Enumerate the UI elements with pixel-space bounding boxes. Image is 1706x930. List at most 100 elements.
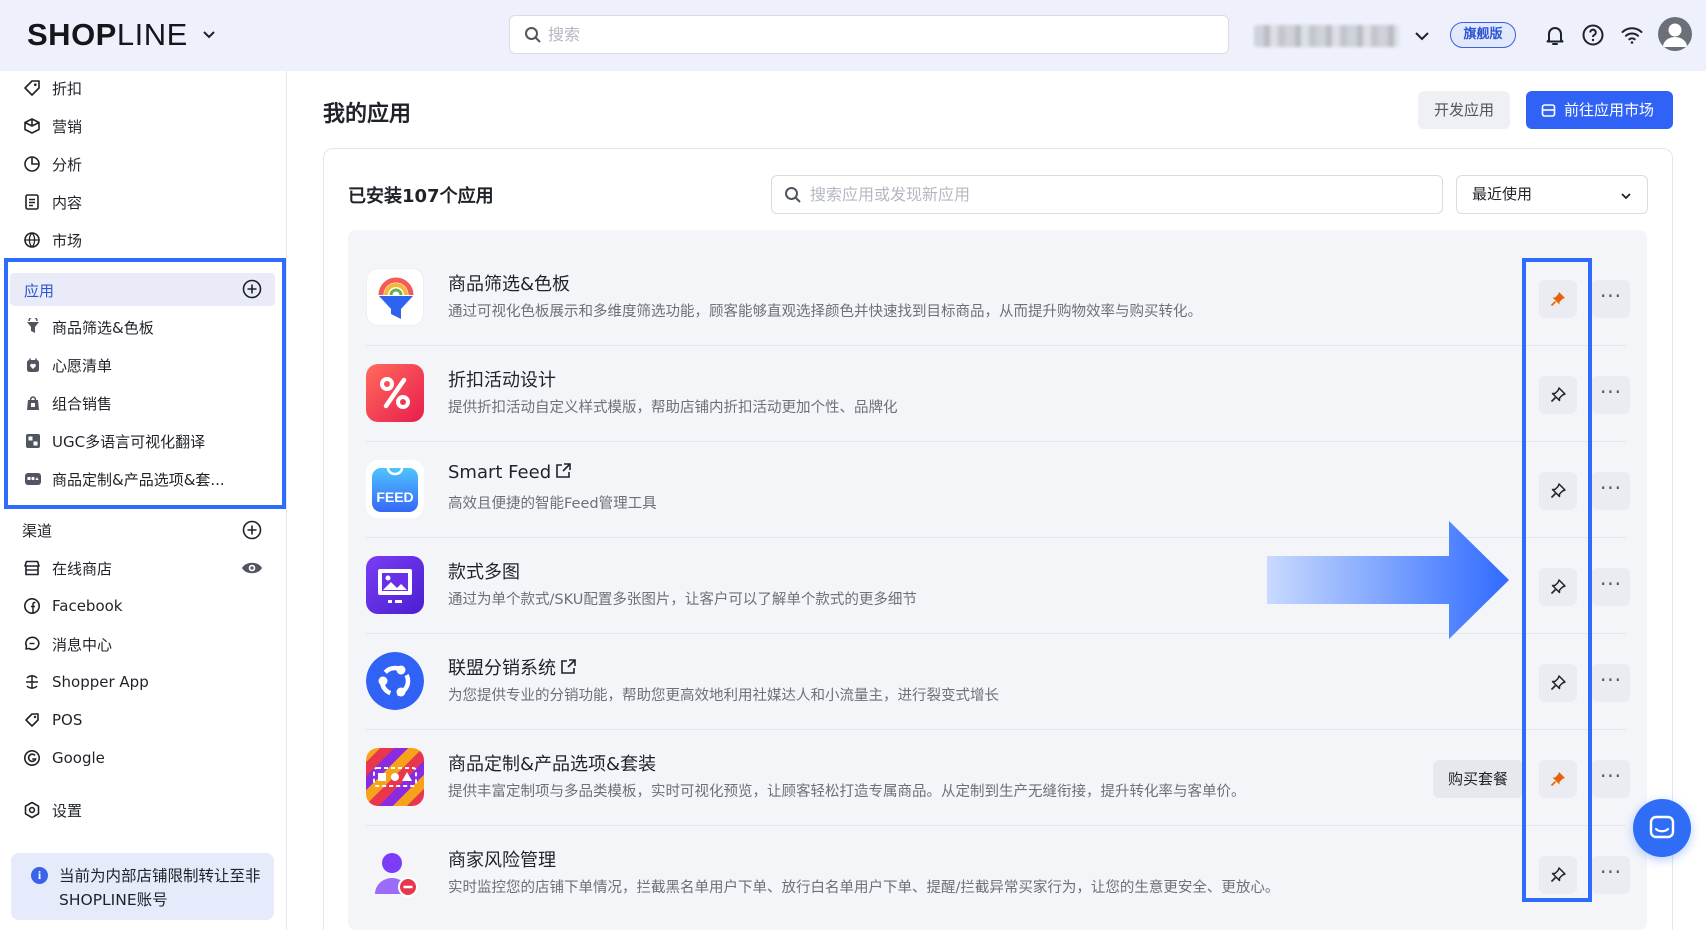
develop-app-button[interactable]: 开发应用 <box>1418 91 1510 129</box>
sidebar-item-label: 在线商店 <box>52 559 113 578</box>
store-name-blurred[interactable] <box>1254 25 1399 47</box>
sidebar-item-label: Shopper App <box>52 673 149 691</box>
store-icon <box>1541 104 1556 117</box>
add-channel-icon[interactable] <box>242 520 262 540</box>
more-options-button[interactable]: ··· <box>1592 472 1630 510</box>
more-options-button[interactable]: ··· <box>1592 664 1630 702</box>
app-name[interactable]: 款式多图 <box>448 558 520 584</box>
sidebar-app-filter[interactable]: 商品筛选&色板 <box>24 315 154 339</box>
sidebar-item-apps[interactable]: 应用 <box>10 273 275 306</box>
more-options-button[interactable]: ··· <box>1592 760 1630 798</box>
global-search-input[interactable] <box>548 16 1208 53</box>
sidebar-app-bundle[interactable]: 组合销售 <box>24 391 112 415</box>
sidebar-item-marketing[interactable]: 营销 <box>22 114 82 138</box>
sidebar-section-label: 渠道 <box>22 521 53 540</box>
app-description: 通过为单个款式/SKU配置多张图片，让客户可以了解单个款式的更多细节 <box>448 592 917 608</box>
app-name[interactable]: 联盟分销系统 <box>448 654 577 680</box>
more-options-button[interactable]: ··· <box>1592 280 1630 318</box>
more-options-button[interactable]: ··· <box>1592 856 1630 894</box>
sort-select[interactable]: 最近使用 <box>1456 175 1648 214</box>
chevron-down-icon[interactable] <box>200 25 218 43</box>
document-icon <box>25 194 39 210</box>
info-icon: i <box>31 867 48 884</box>
app-row[interactable]: 折扣活动设计 提供折扣活动自定义样式模版，帮助店铺内折扣活动更加个性、品牌化 ·… <box>366 346 1634 442</box>
affiliate-app-logo <box>366 652 424 710</box>
wifi-icon[interactable] <box>1620 23 1644 47</box>
shopper-app-icon <box>26 675 38 689</box>
pin-column-highlight-box <box>1522 258 1592 902</box>
sidebar-item-discount[interactable]: 折扣 <box>22 76 82 100</box>
sidebar-app-wishlist[interactable]: 心愿清单 <box>24 353 112 377</box>
sidebar-item-content[interactable]: 内容 <box>22 190 82 214</box>
app-name[interactable]: 商家风险管理 <box>448 846 556 872</box>
facebook-icon <box>24 598 40 614</box>
bell-icon[interactable] <box>1543 23 1567 47</box>
chevron-down-icon[interactable] <box>1413 27 1431 45</box>
search-icon <box>525 27 541 43</box>
sidebar-item-facebook[interactable]: Facebook <box>22 594 122 618</box>
sidebar-item-label: Facebook <box>52 597 123 615</box>
app-search[interactable] <box>771 175 1443 214</box>
app-name[interactable]: 商品筛选&色板 <box>448 270 570 296</box>
app-search-input[interactable] <box>810 176 1430 213</box>
message-icon <box>25 636 40 651</box>
avatar[interactable] <box>1658 17 1692 51</box>
risk-management-app-logo <box>366 844 424 902</box>
store-icon <box>24 560 40 576</box>
app-description: 实时监控您的店铺下单情况，拦截黑名单用户下单、放行白名单用户下单、提醒/拦截异常… <box>448 880 1280 896</box>
eye-icon[interactable] <box>241 560 263 576</box>
app-row[interactable]: 商品筛选&色板 通过可视化色板展示和多维度筛选功能，顾客能够直观选择颜色并快速找… <box>366 250 1634 346</box>
app-row[interactable]: 商家风险管理 实时监控您的店铺下单情况，拦截黑名单用户下单、放行白名单用户下单、… <box>366 826 1634 922</box>
top-bar: SHOPLINE 旗舰版 <box>0 0 1706 71</box>
sidebar-item-analytics[interactable]: 分析 <box>22 152 82 176</box>
sidebar-app-translate[interactable]: UGC多语言可视化翻译 <box>24 429 205 453</box>
sidebar-app-customize[interactable]: 商品定制&产品选项&套... <box>24 467 225 491</box>
app-name[interactable]: 商品定制&产品选项&套装 <box>448 750 656 776</box>
sidebar-item-label: 营销 <box>52 117 83 136</box>
more-options-button[interactable]: ··· <box>1592 376 1630 414</box>
sidebar-item-label: 内容 <box>52 193 83 212</box>
sidebar-item-pos[interactable]: POS <box>22 708 82 732</box>
go-to-app-market-button[interactable]: 前往应用市场 <box>1526 91 1673 129</box>
sidebar-item-settings[interactable]: 设置 <box>22 798 82 822</box>
sidebar-item-market[interactable]: 市场 <box>22 228 82 252</box>
external-link-icon <box>561 659 576 674</box>
app-name[interactable]: 折扣活动设计 <box>448 366 556 392</box>
button-label: 前往应用市场 <box>1564 101 1655 119</box>
page-title: 我的应用 <box>323 102 412 127</box>
sidebar-item-shopper-app[interactable]: Shopper App <box>22 670 149 694</box>
app-description: 提供丰富定制项与多品类模板，实时可视化预览，让顾客轻松打造专属商品。从定制到生产… <box>448 784 1246 800</box>
app-row[interactable]: 商品定制&产品选项&套装 提供丰富定制项与多品类模板，实时可视化预览，让顾客轻松… <box>366 730 1634 826</box>
app-name-text: 联盟分销系统 <box>448 658 556 679</box>
sidebar-app-label: 商品定制&产品选项&套... <box>52 470 225 489</box>
chat-support-button[interactable] <box>1633 799 1691 857</box>
arrow-right-icon <box>1267 521 1509 639</box>
store-transfer-notice: i 当前为内部店铺限制转让至非SHOPLINE账号 <box>11 853 274 920</box>
chat-icon <box>1649 815 1675 839</box>
add-app-icon[interactable] <box>242 279 262 299</box>
app-name[interactable]: Smart Feed <box>448 462 572 483</box>
plan-badge: 旗舰版 <box>1450 22 1516 48</box>
pos-icon <box>25 713 39 727</box>
global-search[interactable] <box>509 15 1229 54</box>
sidebar-item-message-center[interactable]: 消息中心 <box>22 632 112 656</box>
buy-plan-button[interactable]: 购买套餐 <box>1433 760 1523 798</box>
app-description: 为您提供专业的分销功能，帮助您更高效地利用社媒达人和小流量主，进行裂变式增长 <box>448 688 999 704</box>
more-options-button[interactable]: ··· <box>1592 568 1630 606</box>
sidebar-app-label: 心愿清单 <box>52 356 113 375</box>
shopline-logo[interactable]: SHOPLINE <box>27 17 188 53</box>
sidebar-item-label: 市场 <box>52 231 83 250</box>
sidebar-app-label: 商品筛选&色板 <box>52 318 154 337</box>
user-icon <box>1663 23 1687 47</box>
sidebar-item-google[interactable]: Google <box>22 746 105 770</box>
sidebar-item-label: 消息中心 <box>52 635 113 654</box>
filter-app-icon <box>27 318 39 333</box>
help-icon[interactable] <box>1581 23 1605 47</box>
sidebar-item-label: Google <box>52 749 105 767</box>
customize-app-logo <box>366 748 424 806</box>
smart-feed-logo: FEED <box>366 460 424 518</box>
sidebar-item-online-store[interactable]: 在线商店 <box>22 556 112 580</box>
sidebar-item-label: 应用 <box>24 282 55 300</box>
app-row[interactable]: 联盟分销系统 为您提供专业的分销功能，帮助您更高效地利用社媒达人和小流量主，进行… <box>366 634 1634 730</box>
sidebar-item-channels[interactable]: 渠道 <box>22 518 52 542</box>
